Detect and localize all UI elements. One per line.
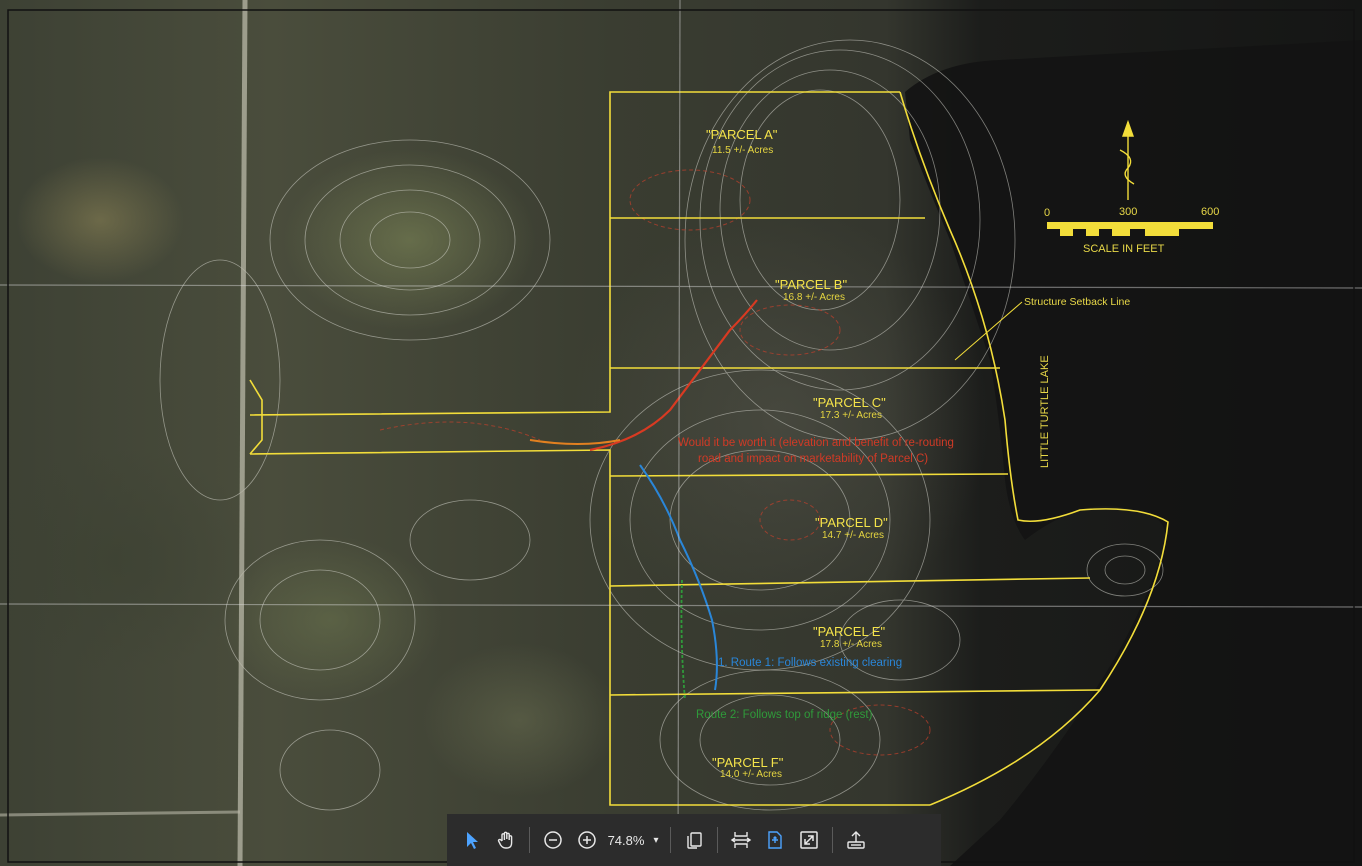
fit-page-icon [768, 831, 782, 849]
fit-width-icon [730, 832, 752, 848]
parcel-d-acres: 14.7 +/- Acres [822, 530, 884, 541]
page-view-button[interactable] [677, 823, 711, 857]
map-viewport[interactable]: "PARCEL A" 11.5 +/- Acres "PARCEL B" 16.… [0, 0, 1362, 866]
parcel-a-name: "PARCEL A" [706, 127, 778, 142]
scale-600: 600 [1201, 206, 1220, 218]
setback-line-label: Structure Setback Line [1024, 296, 1131, 308]
zoom-out-icon [544, 831, 562, 849]
county-road [237, 0, 248, 866]
parcel-e-name: "PARCEL E" [813, 624, 886, 639]
toolbar-separator [832, 827, 833, 853]
parcel-b-acres: 16.8 +/- Acres [783, 292, 845, 303]
copy-pages-icon [687, 832, 702, 849]
pointer-icon [467, 832, 478, 849]
zoom-in-button[interactable] [570, 823, 604, 857]
parcel-b-name: "PARCEL B" [775, 277, 848, 292]
hand-icon [497, 831, 513, 849]
scale-title: SCALE IN FEET [1083, 243, 1165, 255]
parcel-f-name: "PARCEL F" [712, 755, 784, 770]
lake-water [905, 40, 1362, 866]
toolbar-separator [717, 827, 718, 853]
toolbar-separator [529, 827, 530, 853]
parcel-c-name: "PARCEL C" [813, 395, 886, 410]
zoom-dropdown-chevron-icon[interactable]: ▾ [648, 835, 664, 846]
hand-tool-button[interactable] [489, 823, 523, 857]
red-route-note-line1: Would it be worth it (elevation and bene… [678, 437, 954, 449]
viewer-toolbar: 74.8% ▾ [447, 814, 941, 866]
blue-route-note: 1. Route 1: Follows existing clearing [718, 657, 903, 669]
fullscreen-button[interactable] [792, 823, 826, 857]
parcel-e-acres: 17.8 +/- Acres [820, 639, 882, 650]
select-tool-button[interactable] [455, 823, 489, 857]
field-road [0, 810, 241, 817]
zoom-in-icon [578, 831, 596, 849]
green-route-note: Route 2: Follows top of ridge (rest) [696, 709, 873, 721]
zoom-out-button[interactable] [536, 823, 570, 857]
fit-page-button[interactable] [758, 823, 792, 857]
share-button[interactable] [839, 823, 873, 857]
scale-300: 300 [1119, 206, 1138, 218]
parcel-a-acres: 11.5 +/- Acres [712, 145, 774, 156]
route-red [589, 299, 758, 452]
scale-zero: 0 [1044, 207, 1051, 219]
parcel-d-name: "PARCEL D" [815, 515, 888, 530]
route-green [680, 579, 686, 701]
toolbar-separator [670, 827, 671, 853]
expand-icon [800, 831, 818, 849]
upload-icon [847, 831, 865, 849]
parcel-c-acres: 17.3 +/- Acres [820, 410, 882, 421]
zoom-level[interactable]: 74.8% [604, 833, 648, 848]
lake-label: LITTLE TURTLE LAKE [1039, 355, 1051, 468]
parcel-f-acres: 14.0 +/- Acres [720, 769, 782, 780]
fit-width-button[interactable] [724, 823, 758, 857]
plat-map-drawing [0, 0, 1362, 866]
red-route-note-line2: road and impact on marketability of Parc… [698, 453, 929, 465]
